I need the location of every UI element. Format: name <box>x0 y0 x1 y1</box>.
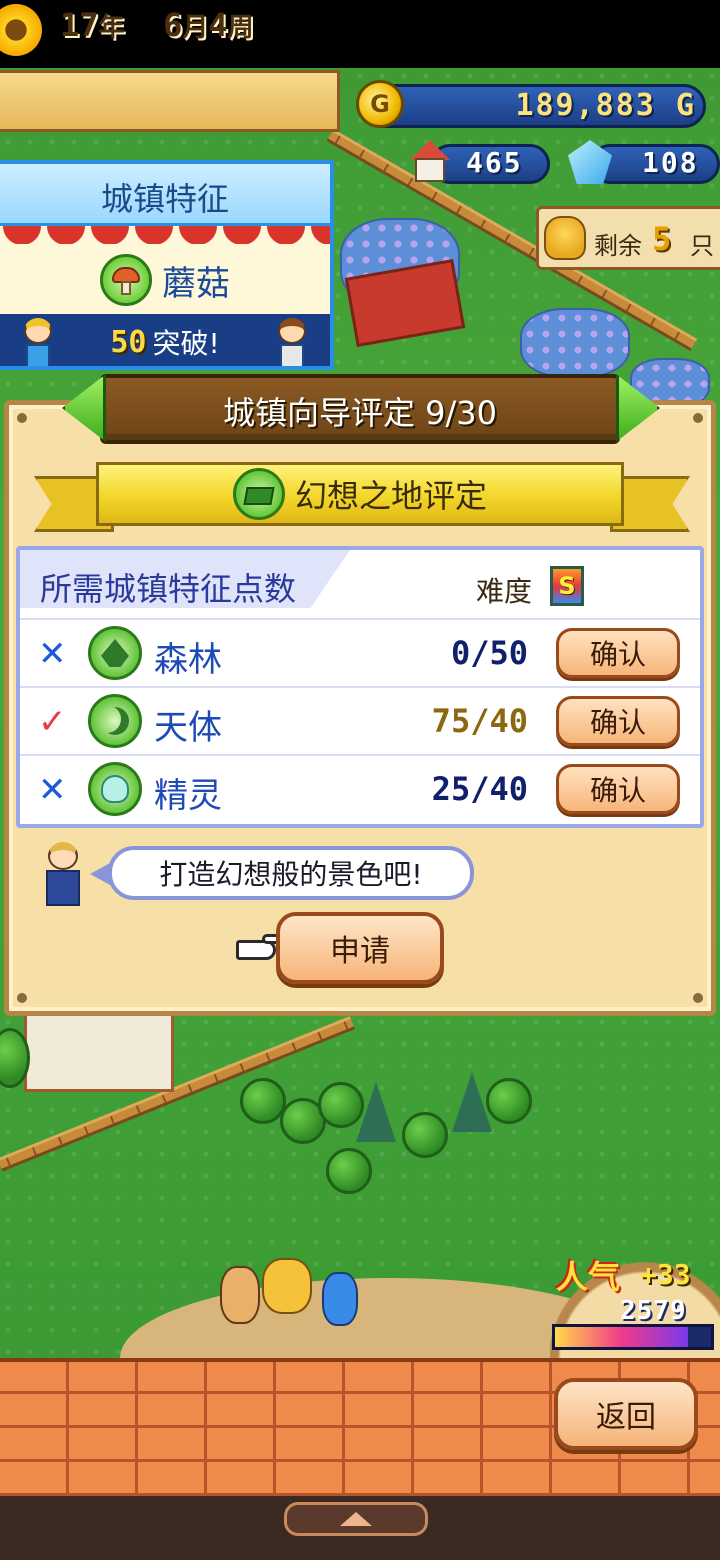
year-unit: 年 <box>98 13 125 43</box>
dialog-header: 城镇向导评定 9/30 <box>222 394 498 432</box>
feature-break-label: 突破! <box>152 327 220 360</box>
mushroom-icon <box>100 254 152 306</box>
guide-character-icon <box>38 842 88 910</box>
feature-name-row: 蘑菇 <box>0 250 330 310</box>
mascot-face-icon <box>544 216 586 260</box>
corner-rivet <box>17 993 27 1003</box>
category-name: 森林 <box>154 640 222 680</box>
cheering-boy-icon <box>268 314 316 366</box>
hero-sprite <box>220 1266 260 1324</box>
popularity-bar-fill <box>555 1327 688 1347</box>
month-number: 6 <box>163 6 183 44</box>
requirements-title: 所需城镇特征点数 <box>40 570 297 608</box>
flower-bed <box>520 308 630 378</box>
remaining-label: 剩余 <box>594 232 642 260</box>
evaluation-ribbon: 幻想之地评定 <box>96 462 624 526</box>
date-bar <box>0 70 340 132</box>
pine-tree <box>452 1072 492 1132</box>
met-check-icon: ✓ <box>38 702 67 742</box>
month-unit: 月 <box>182 13 209 43</box>
requirement-row-spirit: ✕ 精灵 25/40 确认 <box>20 754 700 820</box>
return-button[interactable]: 返回 <box>554 1378 698 1450</box>
popularity-delta: +33 <box>640 1258 691 1291</box>
requirement-row-forest: ✕ 森林 0/50 确认 <box>20 618 700 684</box>
feature-name: 蘑菇 <box>162 263 230 304</box>
category-points: 75/40 <box>431 702 528 740</box>
week-number: 4 <box>208 6 228 44</box>
ribbon-title: 幻想之地评定 <box>294 477 487 515</box>
pine-tree <box>356 1082 396 1142</box>
remaining-count: 5 <box>652 220 672 258</box>
coin-icon: G <box>356 80 404 128</box>
cheering-girl-icon <box>14 314 62 366</box>
crystal-count: 108 <box>642 146 699 179</box>
archer-sprite <box>322 1272 358 1326</box>
tree <box>326 1148 372 1194</box>
category-points: 0/50 <box>450 634 528 672</box>
feature-card-title: 城镇特征 <box>100 180 229 218</box>
house-icon <box>410 140 450 184</box>
guide-speech-bubble: 打造幻想般的景色吧! <box>108 846 474 900</box>
moon-icon <box>88 694 142 748</box>
building <box>24 1012 174 1092</box>
fantasy-land-icon <box>232 468 285 520</box>
curtain-decoration <box>0 226 330 244</box>
tree <box>402 1112 448 1158</box>
difficulty-rank-badge: S <box>550 566 584 606</box>
popularity-value: 2579 <box>620 1296 687 1326</box>
category-points: 25/40 <box>431 770 528 808</box>
coin-symbol: G <box>370 90 390 118</box>
popularity-label: 人气 <box>556 1258 621 1296</box>
difficulty-label: 难度 <box>476 575 533 608</box>
corner-rivet <box>17 413 27 423</box>
category-name: 精灵 <box>154 776 222 816</box>
year-number: 17 <box>60 6 99 44</box>
apply-button[interactable]: 申请 <box>276 912 444 984</box>
confirm-button-celestial[interactable]: 确认 <box>556 696 680 746</box>
category-name: 天体 <box>154 708 222 748</box>
unmet-cross-icon: ✕ <box>38 634 67 674</box>
forest-icon <box>88 626 142 680</box>
requirement-row-celestial: ✓ 天体 75/40 确认 <box>20 686 700 752</box>
confirm-button-spirit[interactable]: 确认 <box>556 764 680 814</box>
unmet-cross-icon: ✕ <box>38 770 67 810</box>
popularity-bar <box>552 1324 714 1350</box>
spirit-icon <box>88 762 142 816</box>
house-count: 465 <box>466 146 523 179</box>
confirm-button-forest[interactable]: 确认 <box>556 628 680 678</box>
feature-title-bar: 城镇特征 <box>0 164 330 226</box>
week-unit: 周 <box>227 13 254 43</box>
feature-points: 50 <box>110 324 147 360</box>
golden-mascot-sprite <box>262 1258 312 1314</box>
remaining-unit: 只 <box>690 232 714 260</box>
tree <box>486 1078 532 1124</box>
corner-rivet <box>693 413 703 423</box>
town-feature-card: 城镇特征 蘑菇 50 突破! <box>0 160 334 370</box>
gold-amount: 189,883 G <box>515 88 696 123</box>
expand-handle[interactable] <box>284 1502 428 1536</box>
chevron-up-icon <box>340 1512 372 1526</box>
game-date: 17年 6月4周 <box>60 6 254 44</box>
corner-rivet <box>693 993 703 1003</box>
tree <box>240 1078 286 1124</box>
